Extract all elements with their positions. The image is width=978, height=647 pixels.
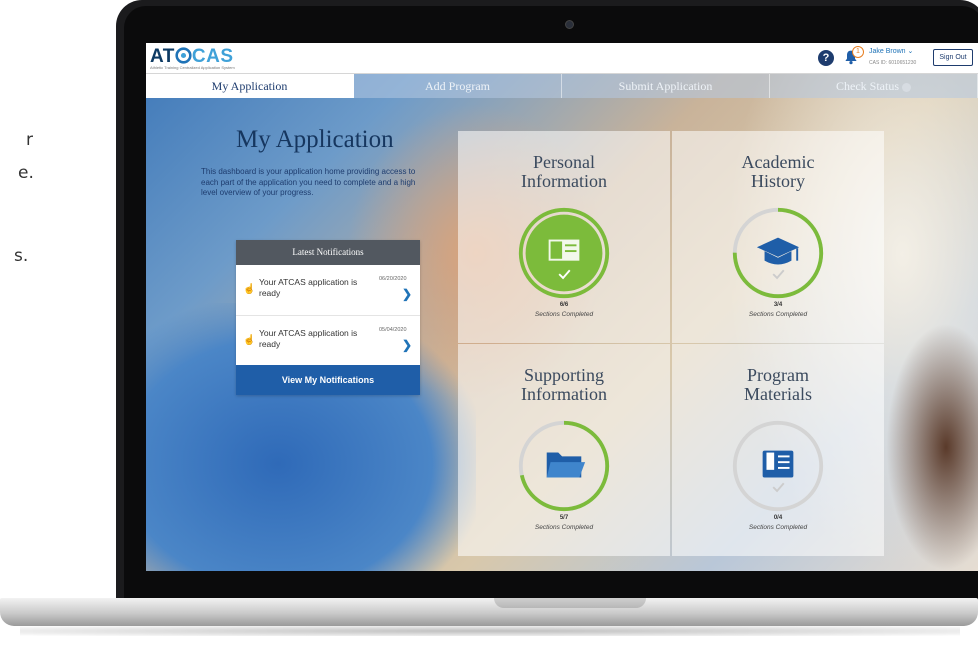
folder-icon: [546, 452, 586, 478]
notification-text: Your ATCAS application is ready: [259, 328, 358, 349]
thumbs-up-icon: ☝: [243, 335, 256, 346]
id-card-icon: [548, 239, 580, 261]
panel-personal-information[interactable]: Personal Information 6/6 Sections Complet…: [458, 131, 670, 343]
section-count: 5/7: [559, 515, 569, 521]
laptop-shadow: [20, 626, 960, 636]
status-dot-icon: [902, 82, 911, 92]
tab-check-status[interactable]: Check Status: [770, 74, 978, 98]
sections-completed-label: Sections Completed: [534, 524, 594, 531]
page-description: This dashboard is your application home …: [201, 167, 416, 197]
thumbs-up-icon: ☝: [243, 284, 256, 295]
notification-date: 06/20/2020: [379, 276, 407, 282]
sections-completed-label: Sections Completed: [748, 311, 808, 318]
side-text-1: r: [26, 130, 33, 150]
notification-item[interactable]: ☝ Your ATCAS application is ready 06/20/…: [236, 265, 420, 316]
notification-text: Your ATCAS application is ready: [259, 277, 358, 298]
side-text-2: e.: [18, 163, 34, 183]
notification-item[interactable]: ☝ Your ATCAS application is ready 05/04/…: [236, 316, 420, 367]
progress-ring: [732, 420, 824, 512]
notification-date: 05/04/2020: [379, 327, 407, 333]
camera-icon: [565, 20, 574, 29]
panel-supporting-information[interactable]: Supporting Information 5/7 Sections Compl…: [458, 344, 670, 556]
tab-my-application[interactable]: My Application: [146, 74, 354, 98]
graduation-cap-icon: [756, 237, 800, 265]
notifications-panel: Latest Notifications ☝ Your ATCAS applic…: [236, 240, 420, 395]
panel-title: Supporting Information: [521, 365, 607, 404]
screen: AT CAS Athletic Training Centralized Appl…: [146, 43, 978, 571]
view-notifications-button[interactable]: View My Notifications: [236, 365, 420, 395]
section-count: 0/4: [773, 515, 783, 521]
logo-emblem-icon: [175, 47, 192, 64]
panel-title: Personal Information: [521, 152, 607, 191]
panel-title: Academic History: [741, 152, 815, 191]
panel-title: Program Materials: [744, 365, 812, 404]
chevron-right-icon[interactable]: ❯: [402, 287, 412, 301]
background-photo-hair: [886, 323, 978, 571]
user-menu[interactable]: Jake Brown ⌄: [869, 47, 913, 55]
user-name: Jake Brown: [869, 48, 906, 55]
tab-add-program[interactable]: Add Program: [354, 74, 562, 98]
help-icon[interactable]: ?: [818, 50, 834, 66]
progress-ring: [518, 207, 610, 299]
checkmark-icon: [772, 269, 785, 280]
section-count: 6/6: [559, 302, 569, 308]
panel-program-materials[interactable]: Program Materials 0/4 Sections Completed: [672, 344, 884, 556]
page-title: My Application: [236, 126, 394, 153]
panel-academic-history[interactable]: Academic History 3/4 Sections Completed: [672, 131, 884, 343]
notification-badge: 1: [852, 46, 864, 58]
checkmark-icon: [772, 482, 785, 493]
logo-tagline: Athletic Training Centralized Applicatio…: [150, 65, 235, 70]
chevron-right-icon[interactable]: ❯: [402, 338, 412, 352]
book-icon: [762, 450, 794, 478]
cas-id: CAS ID: 6010651230: [869, 60, 917, 66]
sections-completed-label: Sections Completed: [748, 524, 808, 531]
tab-submit-application[interactable]: Submit Application: [562, 74, 770, 98]
side-text-3: s.: [14, 246, 29, 266]
top-bar: AT CAS Athletic Training Centralized Appl…: [146, 43, 978, 74]
progress-ring: [518, 420, 610, 512]
sign-out-button[interactable]: Sign Out: [933, 49, 973, 66]
tab-check-status-label: Check Status: [836, 79, 899, 93]
main-tabs: My Application Add Program Submit Applic…: [146, 74, 978, 98]
section-count: 3/4: [773, 302, 783, 308]
laptop-notch: [494, 598, 646, 608]
progress-ring: [732, 207, 824, 299]
notifications-header: Latest Notifications: [236, 240, 420, 265]
chevron-down-icon: ⌄: [907, 48, 914, 55]
sections-completed-label: Sections Completed: [534, 311, 594, 318]
laptop-base: [0, 598, 978, 626]
